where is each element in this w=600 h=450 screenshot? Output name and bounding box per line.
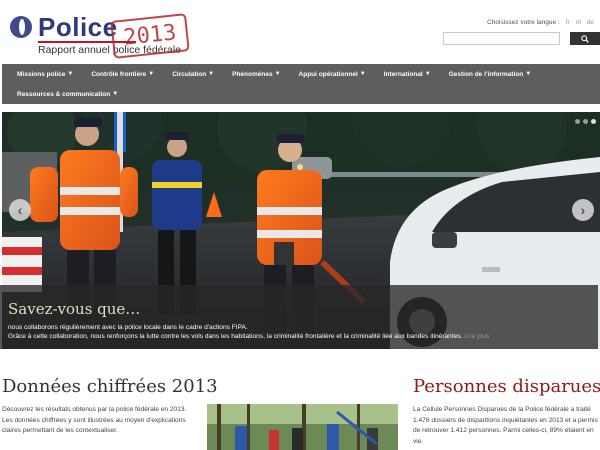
language-option-fr[interactable]: fr [566, 19, 570, 26]
language-label: Choisissez votre langue : [487, 19, 560, 26]
chevron-down-icon: ▼ [274, 71, 281, 77]
nav-item-label: Ressources & communication [17, 90, 111, 98]
carousel-dot-2[interactable] [583, 119, 588, 124]
search-button[interactable] [570, 32, 600, 45]
nav-item-controle-frontiere[interactable]: Contrôle frontière ▼ [82, 71, 163, 78]
chevron-left-icon: ‹ [17, 202, 23, 218]
language-option-de[interactable]: de [587, 19, 594, 26]
hero-caption-line-1: nous collaborons régulièrement avec la p… [8, 324, 248, 331]
section-text-disparues: La Cellule Personnes Disparues de la Pol… [413, 406, 598, 445]
carousel-indicators [575, 119, 596, 124]
nav-row-1: Missions police ▼ Contrôle frontière ▼ Cir… [8, 64, 594, 84]
nav-item-label: Gestion de l'information [448, 70, 524, 78]
year-stamp: 2013 [110, 13, 190, 59]
carousel-prev-button[interactable]: ‹ [9, 199, 31, 221]
nav-item-missions-police[interactable]: Missions police ▼ [8, 71, 82, 78]
nav-item-ressources-communication[interactable]: Ressources & communication ▼ [8, 91, 127, 98]
hero-caption-line-2: Grâce à cette collaboration, nous renfor… [8, 333, 489, 340]
carousel-dot-1[interactable] [575, 119, 580, 124]
forest-photo [207, 404, 398, 450]
chevron-down-icon: ▼ [208, 71, 215, 77]
section-title-disparues[interactable]: Personnes disparues [413, 376, 600, 397]
main-navigation: Missions police ▼ Contrôle frontière ▼ Cir… [2, 64, 600, 104]
nav-item-appui-operationnel[interactable]: Appui opérationnel ▼ [290, 71, 375, 78]
nav-item-label: Phénomènes [232, 70, 273, 78]
chevron-down-icon: ▼ [112, 91, 119, 97]
nav-item-gestion-information[interactable]: Gestion de l'information ▼ [440, 71, 540, 78]
section-text-donnees: Découvrez les résultats obtenus par la p… [2, 406, 187, 434]
nav-item-label: Appui opérationnel [298, 70, 358, 78]
chevron-down-icon: ▼ [67, 71, 74, 77]
nav-row-2: Ressources & communication ▼ [8, 84, 594, 104]
search-input[interactable] [443, 32, 560, 45]
read-more-link[interactable]: Lire plus [464, 333, 489, 340]
section-title-donnees[interactable]: Données chiffrées 2013 [2, 376, 218, 397]
chevron-right-icon: › [580, 202, 586, 218]
site-header: Police Rapport annuel police fédérale 20… [0, 0, 600, 64]
logo-title[interactable]: Police [38, 12, 118, 43]
nav-item-international[interactable]: International ▼ [375, 71, 440, 78]
chevron-down-icon: ▼ [148, 71, 155, 77]
chevron-down-icon: ▼ [525, 71, 532, 77]
nav-item-phenomenes[interactable]: Phénomènes ▼ [223, 71, 289, 78]
nav-item-label: Contrôle frontière [91, 70, 147, 78]
language-selector: Choisissez votre langue : fr nl de [487, 19, 594, 26]
nav-item-circulation[interactable]: Circulation ▼ [163, 71, 223, 78]
hero-caption-title: Savez-vous que… [8, 300, 141, 318]
hero-caption-text: Grâce à cette collaboration, nous renfor… [8, 333, 463, 340]
language-option-nl[interactable]: nl [576, 19, 581, 26]
nav-item-label: Circulation [172, 70, 207, 78]
carousel-dot-3[interactable] [591, 119, 596, 124]
chevron-down-icon: ▼ [359, 71, 366, 77]
chevron-down-icon: ▼ [424, 71, 431, 77]
carousel-next-button[interactable]: › [572, 199, 594, 221]
search-icon [581, 34, 589, 43]
police-logo-icon[interactable] [10, 16, 32, 38]
nav-item-label: Missions police [17, 70, 66, 78]
section-photo[interactable] [207, 404, 398, 450]
nav-item-label: International [383, 70, 423, 78]
